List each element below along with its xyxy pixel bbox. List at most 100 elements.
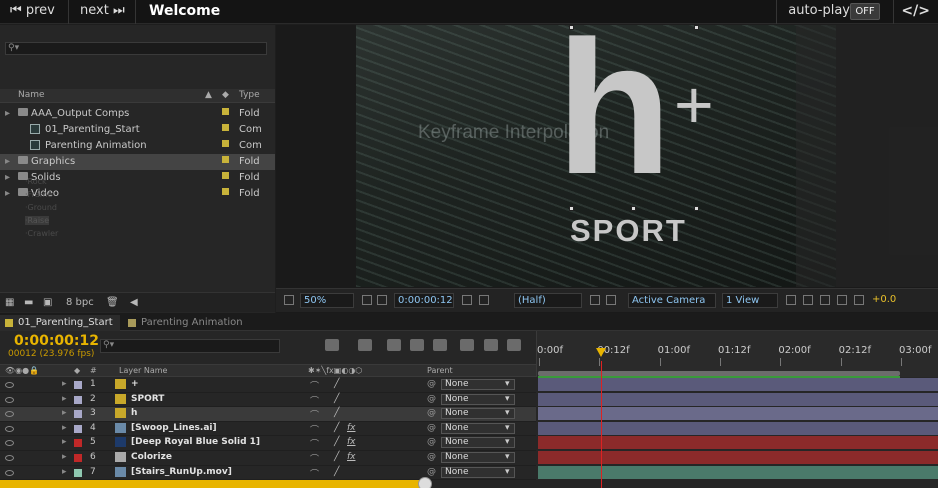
visibility-eye-icon[interactable] [5,440,14,447]
quality-switch-icon[interactable]: ╱ [334,423,339,433]
disclosure-triangle-icon[interactable]: ▸ [62,408,67,418]
layer-name[interactable]: SPORT [131,394,164,404]
quality-switch-icon[interactable]: ╱ [334,379,339,389]
embed-code-button[interactable]: </> [901,0,930,22]
transform-handle[interactable] [569,206,574,211]
layer-row[interactable]: ▸ 2 SPORT ⌒ ╱ @ None ▾ [0,393,536,408]
video-progress-knob[interactable] [418,477,432,488]
exposure-value[interactable]: +0.0 [872,294,896,305]
layer-duration-bar[interactable] [538,436,938,450]
flowchart-icon[interactable] [837,295,847,305]
disclosure-triangle-icon[interactable]: ▸ [5,188,10,199]
bpc-label[interactable]: 8 bpc [66,297,94,308]
visibility-eye-icon[interactable] [5,396,14,403]
transform-handle[interactable] [694,25,699,30]
live-update-icon[interactable] [507,339,521,351]
autoplay-toggle[interactable]: OFF [850,3,880,20]
quality-switch-icon[interactable]: ╱ [334,467,339,477]
parent-select[interactable]: None [441,379,515,390]
video-progress-bar[interactable] [0,480,425,488]
layer-name[interactable]: [Deep Royal Blue Solid 1] [131,437,260,447]
quality-switch-icon[interactable]: ╱ [334,452,339,462]
effects-switch[interactable]: fx [347,423,356,433]
magnifier-icon[interactable] [284,295,294,305]
draft-3d-icon[interactable] [358,339,372,351]
new-folder-icon[interactable]: ▬ [24,297,33,308]
pick-whip-icon[interactable]: @ [427,423,436,433]
label-color-swatch[interactable] [74,381,82,389]
disclosure-triangle-icon[interactable]: ▸ [62,437,67,447]
timeline-timecode[interactable]: 0:00:00:12 [14,333,99,349]
camera-select[interactable]: Active Camera [628,293,716,308]
visibility-eye-icon[interactable] [5,469,14,476]
chevron-down-icon[interactable]: ▾ [505,452,510,462]
project-search-input[interactable]: ⚲▾ [5,42,267,55]
current-time-indicator[interactable] [596,348,606,357]
layer-row[interactable]: ▸ 5 [Deep Royal Blue Solid 1] ⌒ ╱ fx @ None ▾ [0,436,536,451]
effects-switch[interactable]: fx [347,437,356,447]
motion-blur-icon[interactable] [433,339,447,351]
pick-whip-icon[interactable]: @ [427,408,436,418]
exposure-icon[interactable] [854,295,864,305]
logo-sport[interactable]: SPORT [570,213,687,249]
parent-select[interactable]: None [441,437,515,449]
disclosure-triangle-icon[interactable]: ▸ [5,172,10,183]
label-color-swatch[interactable] [222,172,229,179]
quality-switch-icon[interactable]: ╱ [334,394,339,404]
quality-switch-icon[interactable]: ╱ [334,408,339,418]
layer-row[interactable]: ▸ 3 h ⌒ ╱ @ None ▾ [0,407,536,422]
new-comp-icon[interactable]: ▣ [43,297,52,308]
fast-previews-icon[interactable] [803,295,813,305]
layer-row[interactable]: ▸ 4 [Swoop_Lines.ai] ⌒ ╱ fx @ None ▾ [0,422,536,437]
transform-handle[interactable] [569,25,574,30]
layer-duration-bar[interactable] [538,465,938,479]
chevron-down-icon[interactable]: ▾ [505,408,510,418]
chevron-down-icon[interactable]: ▾ [505,467,510,477]
shy-switch-icon[interactable]: ⌒ [310,379,319,392]
shy-switch-icon[interactable]: ⌒ [310,437,319,450]
tab-parenting-animation[interactable]: Parenting Animation [123,315,253,331]
layer-name[interactable]: h [131,408,137,418]
transform-handle[interactable] [694,206,699,211]
layer-duration-bar[interactable] [538,421,938,435]
label-color-swatch[interactable] [222,140,229,147]
layer-name[interactable]: Colorize [131,452,172,462]
column-name[interactable]: Name [18,90,45,100]
shy-layers-icon[interactable] [387,339,401,351]
column-type[interactable]: Type [239,90,260,100]
chevron-down-icon[interactable]: ▾ [505,379,510,389]
interpret-icon[interactable]: ▦ [5,297,14,308]
layer-row[interactable]: ▸ 6 Colorize ⌒ ╱ fx @ None ▾ [0,451,536,466]
visibility-eye-icon[interactable] [5,455,14,461]
project-item[interactable]: ▸ AAA_Output Comps Fold [0,106,275,122]
region-icon[interactable] [590,295,600,305]
label-color-swatch[interactable] [74,395,82,404]
disclosure-triangle-icon[interactable]: ▸ [5,108,10,119]
resolution-select[interactable]: (Half) [514,293,582,308]
pick-whip-icon[interactable]: @ [427,394,436,404]
chevron-down-icon[interactable]: ▾ [505,394,510,404]
color-channels-icon[interactable] [479,295,489,305]
pick-whip-icon[interactable]: @ [427,452,436,462]
pick-whip-icon[interactable]: @ [427,437,436,447]
layer-name[interactable]: [Stairs_RunUp.mov] [131,467,232,477]
chevron-down-icon[interactable]: ▾ [505,437,510,447]
logo-h[interactable]: h [556,25,672,203]
layer-duration-bar[interactable] [538,378,938,391]
label-color-swatch[interactable] [222,108,229,115]
views-select[interactable]: 1 View [722,293,778,308]
timeline-icon[interactable] [820,295,830,305]
layer-name[interactable]: + [131,379,139,389]
disclosure-triangle-icon[interactable]: ▸ [5,156,10,167]
label-color-swatch[interactable] [222,156,229,163]
next-button[interactable]: next ⏭ [80,0,125,24]
visibility-eye-icon[interactable] [5,425,14,432]
pick-whip-icon[interactable]: @ [427,467,436,477]
current-time-field[interactable]: 0:00:00:12 [394,293,454,308]
visibility-eye-icon[interactable] [5,382,14,388]
label-color-swatch[interactable] [222,124,229,131]
project-item[interactable]: 01_Parenting_Start Com [0,122,275,138]
timeline-search-input[interactable]: ⚲▾ [100,339,280,353]
graph-editor-icon[interactable] [460,339,474,351]
zoom-select[interactable]: 50% [300,293,354,308]
